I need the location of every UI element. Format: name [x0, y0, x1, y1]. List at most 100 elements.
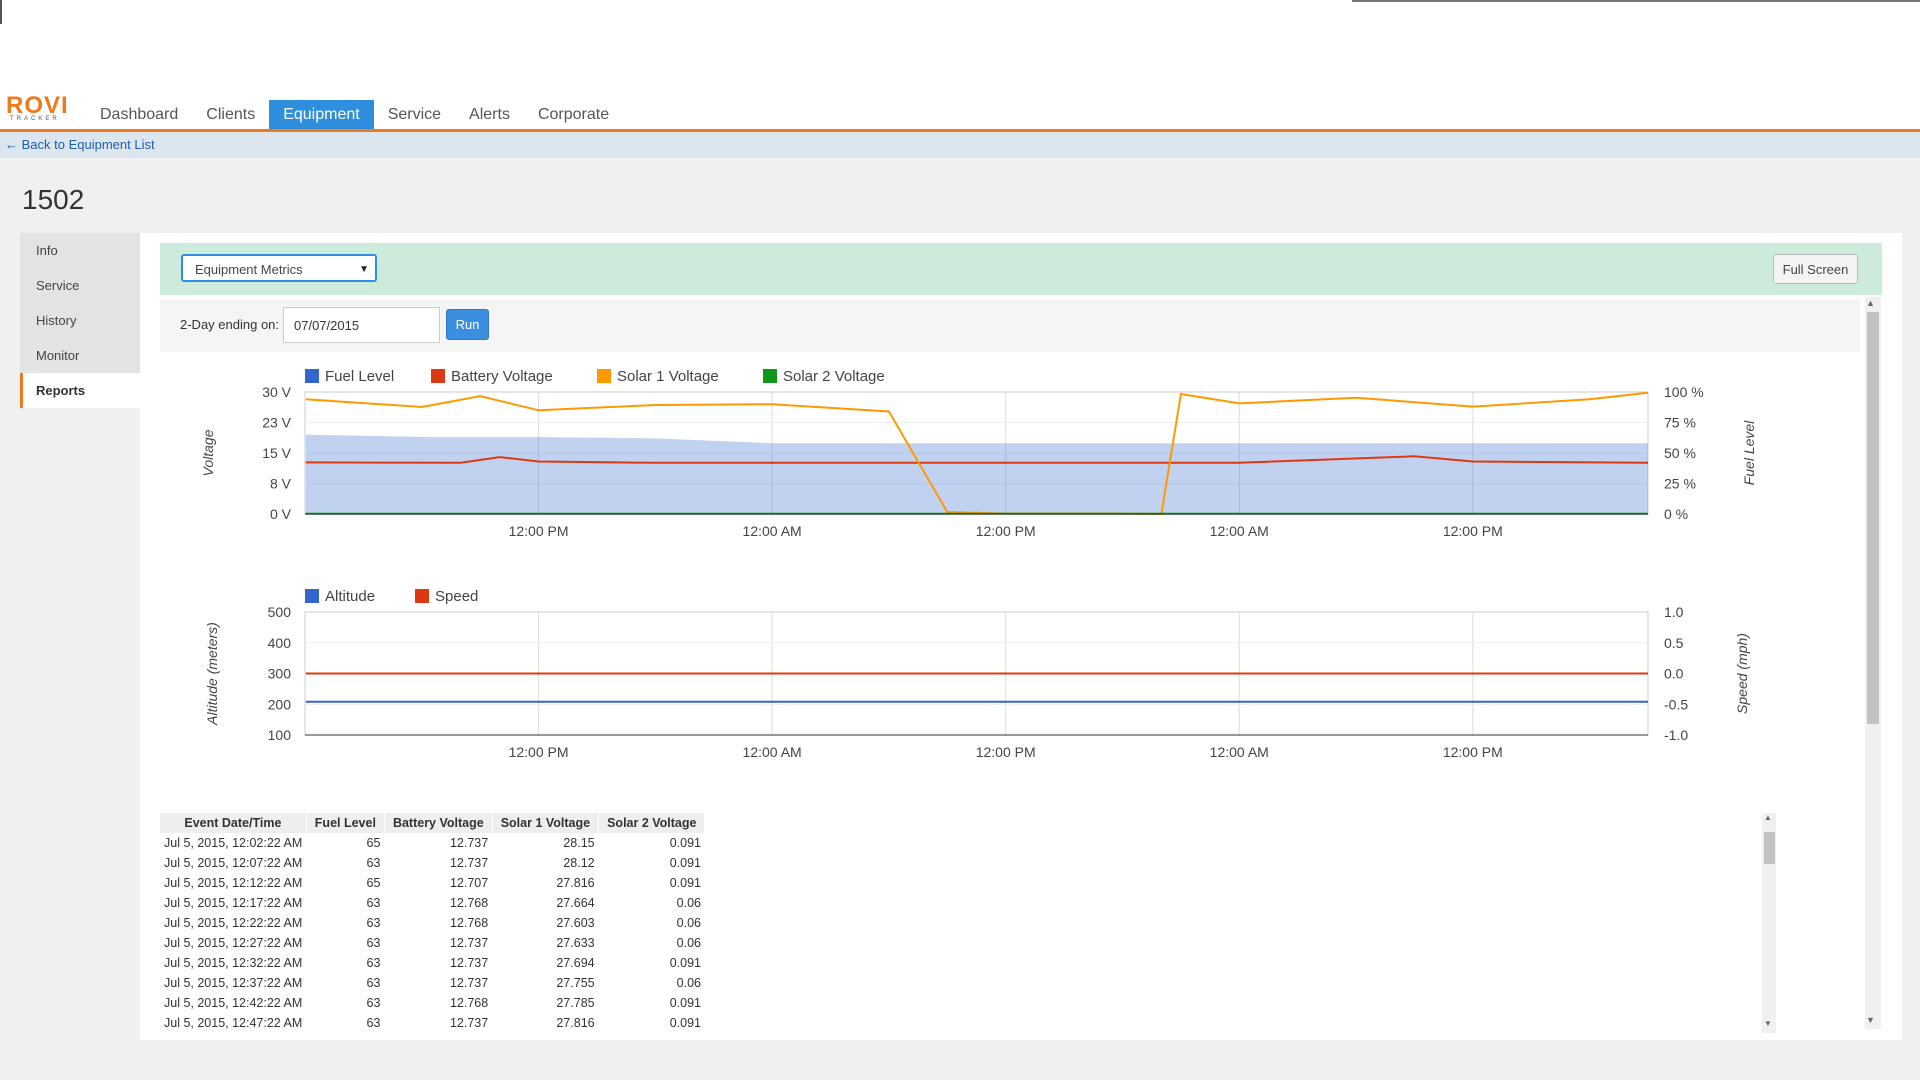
- table-scroll-thumb[interactable]: [1764, 832, 1775, 864]
- series-area-fuel-level: [305, 434, 1648, 514]
- chart1-x-tick-label: 12:00 PM: [976, 523, 1036, 539]
- table-cell-solar-2-voltage: 0.06: [676, 896, 701, 910]
- chart1-x-tick-label: 12:00 PM: [509, 523, 569, 539]
- metrics-table: Event Date/Time Fuel Level Battery Voltage…: [160, 813, 706, 1033]
- table-cell-battery-voltage: 12.707: [449, 876, 489, 890]
- table-cell-event-date-time: Jul 5, 2015, 12:07:22 AM: [164, 856, 303, 870]
- table-header-solar-2-voltage[interactable]: Solar 2 Voltage: [598, 813, 706, 833]
- scroll-up-icon[interactable]: ▲: [1764, 813, 1772, 822]
- table-cell-solar-1-voltage: 27.785: [556, 996, 595, 1010]
- panel-scroll-down-icon[interactable]: ▼: [1866, 1015, 1875, 1025]
- legend-label-speed: Speed: [435, 588, 478, 605]
- table-cell-solar-1-voltage: 27.603: [556, 916, 595, 930]
- table-cell-battery-voltage: 12.737: [449, 976, 489, 990]
- table-cell-fuel-level: 65: [366, 836, 381, 850]
- chart1-y-left-tick: 8 V: [270, 476, 292, 492]
- chart2-y-right-tick: 0.5: [1664, 635, 1684, 651]
- table-header-row: Event Date/Time Fuel Level Battery Voltage…: [160, 813, 706, 833]
- chart1-x-tick-label: 12:00 AM: [1210, 523, 1269, 539]
- table-cell-event-date-time: Jul 5, 2015, 12:27:22 AM: [164, 936, 303, 950]
- table-cell-fuel-level: 63: [366, 976, 381, 990]
- legend-swatch-solar-2-voltage: [763, 369, 777, 383]
- table-cell-solar-2-voltage: 0.06: [676, 936, 701, 950]
- legend-swatch-solar-1-voltage: [597, 369, 611, 383]
- scroll-down-icon[interactable]: ▼: [1764, 1019, 1772, 1028]
- table-cell-event-date-time: Jul 5, 2015, 12:17:22 AM: [164, 896, 303, 910]
- legend-label-battery-voltage: Battery Voltage: [451, 368, 553, 385]
- table-cell-solar-2-voltage: 0.091: [669, 996, 701, 1010]
- legend-swatch-altitude: [305, 589, 319, 603]
- chart2-x-tick-label: 12:00 PM: [976, 744, 1036, 760]
- chart1-y-left-tick: 0 V: [270, 506, 292, 522]
- chart1-y-right-tick: 25 %: [1664, 476, 1696, 492]
- table-row[interactable]: Jul 5, 2015, 12:32:22 AM 63 12.737 27.694 0.…: [160, 953, 705, 973]
- table-row[interactable]: Jul 5, 2015, 12:12:22 AM 65 12.707 27.816 0.…: [160, 873, 705, 893]
- chart2-y-right-tick: -1.0: [1664, 727, 1688, 743]
- chart1-y-right-tick: 0 %: [1664, 506, 1688, 522]
- panel-scroll-thumb[interactable]: [1867, 312, 1879, 724]
- table-row[interactable]: Jul 5, 2015, 12:17:22 AM 63 12.768 27.664 0.…: [160, 893, 705, 913]
- chart2-y-left-tick: 100: [268, 727, 292, 743]
- table-cell-event-date-time: Jul 5, 2015, 12:47:22 AM: [164, 1016, 303, 1030]
- legend-label-solar-2-voltage: Solar 2 Voltage: [783, 368, 885, 385]
- table-cell-battery-voltage: 12.737: [449, 836, 489, 850]
- table-cell-fuel-level: 63: [366, 1016, 381, 1030]
- chart1-y-left-tick: 30 V: [262, 384, 291, 400]
- legend-label-solar-1-voltage: Solar 1 Voltage: [617, 368, 719, 385]
- table-cell-battery-voltage: 12.737: [449, 956, 489, 970]
- chart2-y-left-tick: 400: [268, 635, 292, 651]
- chart1-x-tick-label: 12:00 PM: [1443, 523, 1503, 539]
- table-row[interactable]: Jul 5, 2015, 12:37:22 AM 63 12.737 27.755 0.…: [160, 973, 705, 993]
- chart2-x-tick-label: 12:00 PM: [509, 744, 569, 760]
- table-header-battery-voltage[interactable]: Battery Voltage: [384, 813, 493, 833]
- table-cell-event-date-time: Jul 5, 2015, 12:37:22 AM: [164, 976, 303, 990]
- table-row[interactable]: Jul 5, 2015, 12:42:22 AM 63 12.768 27.785 0.…: [160, 993, 705, 1013]
- chart2-y-right-label: Speed (mph): [1734, 633, 1750, 714]
- table-cell-fuel-level: 63: [366, 956, 381, 970]
- table-cell-solar-1-voltage: 27.816: [556, 876, 595, 890]
- table-row[interactable]: Jul 5, 2015, 12:22:22 AM 63 12.768 27.603 0.…: [160, 913, 705, 933]
- chart2-y-left-label: Altitude (meters): [204, 622, 220, 726]
- legend-swatch-fuel-level: [305, 369, 319, 383]
- table-cell-solar-2-voltage: 0.091: [669, 836, 701, 850]
- table-row[interactable]: Jul 5, 2015, 12:02:22 AM 65 12.737 28.15 0.0…: [160, 833, 705, 853]
- table-cell-solar-1-voltage: 27.816: [556, 1016, 595, 1030]
- table-cell-solar-1-voltage: 27.664: [556, 896, 595, 910]
- table-cell-battery-voltage: 12.737: [449, 856, 489, 870]
- panel-scroll-up-icon[interactable]: ▲: [1866, 298, 1875, 308]
- legend-swatch-speed: [415, 589, 429, 603]
- table-header-event-date-time[interactable]: Event Date/Time: [160, 813, 307, 833]
- table-cell-solar-1-voltage: 27.755: [556, 976, 595, 990]
- legend-swatch-battery-voltage: [431, 369, 445, 383]
- table-row[interactable]: Jul 5, 2015, 12:27:22 AM 63 12.737 27.633 0.…: [160, 933, 705, 953]
- table-header-fuel-level[interactable]: Fuel Level: [306, 813, 385, 833]
- table-row[interactable]: Jul 5, 2015, 12:47:22 AM 63 12.737 27.816 0.…: [160, 1013, 705, 1033]
- table-cell-solar-2-voltage: 0.091: [669, 956, 701, 970]
- table-cell-solar-2-voltage: 0.06: [676, 976, 701, 990]
- chart1-y-left-label: Voltage: [200, 429, 216, 476]
- chart1-y-left-tick: 23 V: [262, 415, 291, 431]
- table-cell-battery-voltage: 12.768: [449, 916, 489, 930]
- table-cell-battery-voltage: 12.737: [449, 936, 489, 950]
- table-cell-event-date-time: Jul 5, 2015, 12:22:22 AM: [164, 916, 303, 930]
- table-cell-fuel-level: 63: [366, 856, 381, 870]
- table-cell-fuel-level: 65: [366, 876, 381, 890]
- table-cell-battery-voltage: 12.737: [449, 1016, 489, 1030]
- chart2-x-tick-label: 12:00 AM: [1210, 744, 1269, 760]
- table-cell-event-date-time: Jul 5, 2015, 12:12:22 AM: [164, 876, 303, 890]
- table-cell-event-date-time: Jul 5, 2015, 12:02:22 AM: [164, 836, 303, 850]
- table-cell-fuel-level: 63: [366, 916, 381, 930]
- table-header-solar-1-voltage[interactable]: Solar 1 Voltage: [492, 813, 600, 833]
- chart2-y-left-tick: 300: [268, 666, 292, 682]
- table-cell-solar-1-voltage: 27.694: [556, 956, 595, 970]
- table-cell-solar-1-voltage: 28.12: [563, 856, 595, 870]
- table-cell-battery-voltage: 12.768: [449, 996, 489, 1010]
- table-cell-event-date-time: Jul 5, 2015, 12:32:22 AM: [164, 956, 303, 970]
- table-cell-fuel-level: 63: [366, 896, 381, 910]
- chart1-y-right-tick: 50 %: [1664, 445, 1696, 461]
- table-cell-solar-2-voltage: 0.091: [669, 1016, 701, 1030]
- legend-label-fuel-level: Fuel Level: [325, 368, 394, 385]
- table-row[interactable]: Jul 5, 2015, 12:07:22 AM 63 12.737 28.12 0.0…: [160, 853, 705, 873]
- table-cell-fuel-level: 63: [366, 936, 381, 950]
- table-body: Jul 5, 2015, 12:02:22 AM 65 12.737 28.15 0.0…: [160, 833, 705, 1033]
